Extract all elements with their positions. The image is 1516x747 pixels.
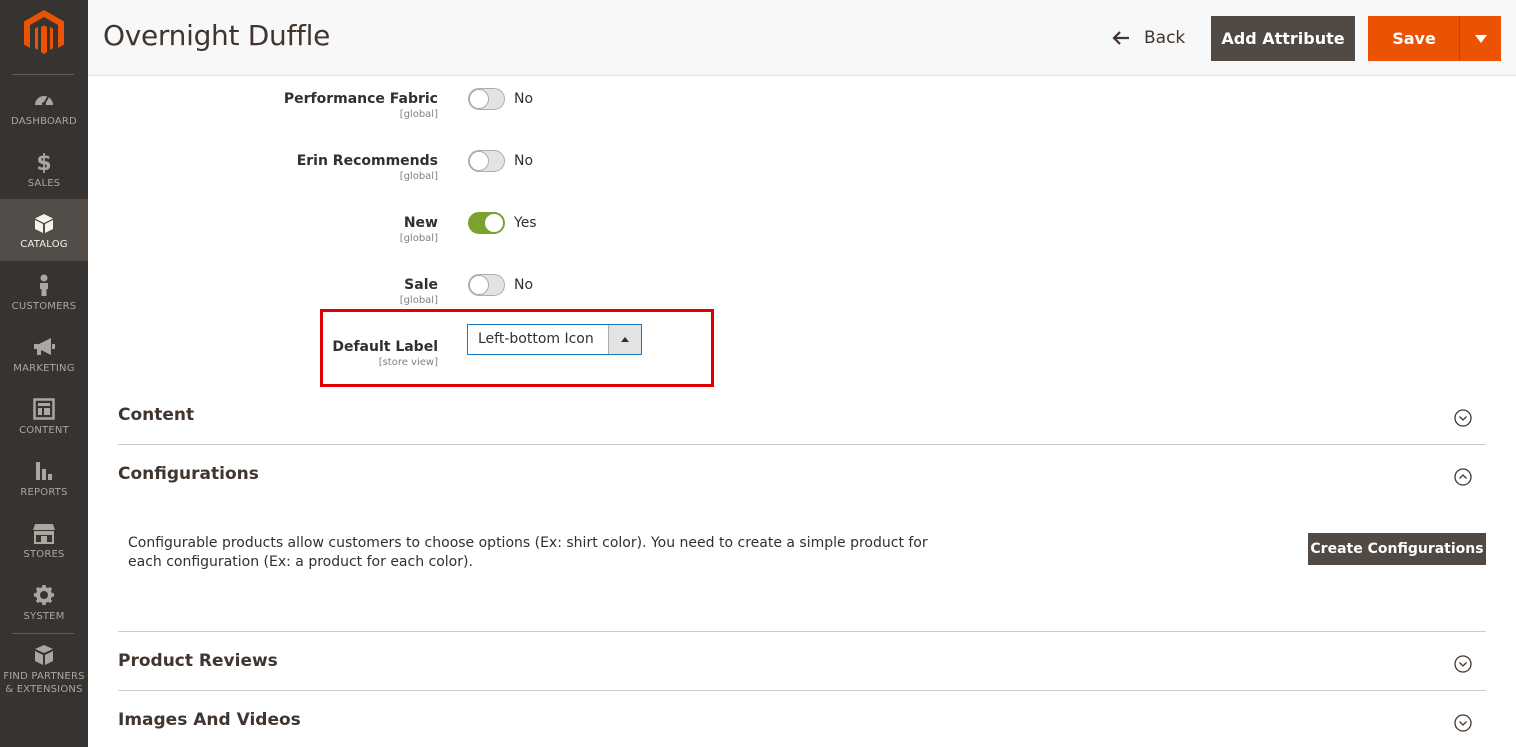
section-title[interactable]: Product Reviews (118, 651, 278, 671)
svg-text:$: $ (36, 151, 51, 173)
section-images-and-videos[interactable]: Images And Videos (118, 708, 1486, 747)
sidebar-item-label: REPORTS (20, 487, 68, 498)
chevron-down-circle-icon[interactable] (1454, 714, 1472, 732)
chevron-down-circle-icon[interactable] (1454, 655, 1472, 673)
chevron-down-circle-icon[interactable] (1454, 409, 1472, 427)
partners-label-line2: & EXTENSIONS (5, 684, 83, 695)
sidebar-item-label: CUSTOMERS (11, 301, 77, 312)
field-scope: [global] (399, 295, 438, 306)
toggle-value: No (514, 91, 534, 107)
section-content[interactable]: Content (118, 403, 1486, 445)
sidebar-item-label: CATALOG (20, 239, 68, 250)
sidebar-item-find-partners[interactable]: FIND PARTNERS & EXTENSIONS (0, 640, 88, 700)
field-label: New (403, 215, 438, 231)
layout-icon (33, 398, 55, 420)
blocks-icon (35, 645, 53, 665)
performance-fabric-toggle[interactable] (468, 88, 505, 110)
erin-recommends-toggle[interactable] (468, 150, 505, 172)
sidebar-item-content[interactable]: CONTENT (0, 385, 88, 447)
field-scope: [store view] (378, 357, 438, 368)
select-arrow-button[interactable] (608, 325, 641, 354)
sidebar-item-label: MARKETING (13, 363, 75, 374)
field-scope: [global] (399, 233, 438, 244)
save-options-toggle[interactable] (1459, 16, 1501, 61)
cube-icon (35, 214, 53, 233)
sidebar-item-customers[interactable]: CUSTOMERS (0, 261, 88, 323)
section-title[interactable]: Images And Videos (118, 710, 301, 730)
section-product-reviews[interactable]: Product Reviews (118, 649, 1486, 691)
bar-chart-icon (36, 462, 52, 480)
select-value: Left-bottom Icon (478, 331, 594, 347)
admin-sidebar: DASHBOARD $ SALES CATALOG CUSTOMERS MARK… (0, 0, 88, 747)
logo-divider (12, 74, 74, 75)
default-label-select[interactable]: Left-bottom Icon (467, 324, 642, 355)
toggle-knob (469, 275, 489, 295)
dollar-icon: $ (36, 151, 51, 173)
sidebar-item-label: FIND PARTNERS & EXTENSIONS (0, 670, 88, 696)
new-toggle[interactable] (468, 212, 505, 234)
magento-logo-icon[interactable] (24, 10, 64, 56)
field-new: New [global] Yes (88, 207, 788, 247)
field-label: Sale (404, 277, 438, 293)
add-attribute-button[interactable]: Add Attribute (1211, 16, 1355, 61)
sidebar-item-reports[interactable]: REPORTS (0, 447, 88, 509)
toggle-value: No (514, 277, 534, 293)
sidebar-item-sales[interactable]: $ SALES (0, 138, 88, 200)
sidebar-item-label: SALES (27, 178, 61, 189)
caret-down-icon (1474, 34, 1487, 43)
storefront-icon (33, 524, 55, 544)
field-sale: Sale [global] No (88, 269, 788, 309)
partners-label-line1: FIND PARTNERS (3, 671, 85, 682)
toggle-knob (469, 151, 489, 171)
field-scope: [global] (399, 171, 438, 182)
sidebar-item-catalog[interactable]: CATALOG (0, 199, 88, 261)
chevron-up-circle-icon[interactable] (1454, 468, 1472, 486)
sidebar-item-label: STORES (23, 549, 65, 560)
toggle-knob (469, 89, 489, 109)
sidebar-item-marketing[interactable]: MARKETING (0, 323, 88, 385)
field-label: Performance Fabric (283, 91, 438, 107)
sale-toggle[interactable] (468, 274, 505, 296)
toggle-value: Yes (514, 215, 537, 231)
section-divider (118, 444, 1486, 445)
field-scope: [global] (399, 109, 438, 120)
sidebar-item-dashboard[interactable]: DASHBOARD (0, 76, 88, 138)
page-header: Overnight Duffle Back Add Attribute Save (88, 0, 1516, 76)
save-button[interactable]: Save (1368, 16, 1460, 61)
sidebar-item-label: CONTENT (19, 425, 69, 436)
section-title[interactable]: Content (118, 405, 194, 425)
section-title[interactable]: Configurations (118, 464, 259, 484)
toggle-value: No (514, 153, 534, 169)
person-icon (40, 274, 48, 296)
sidebar-item-label: DASHBOARD (11, 116, 77, 127)
field-performance-fabric: Performance Fabric [global] No (88, 83, 788, 123)
sidebar-item-stores[interactable]: STORES (0, 509, 88, 571)
configurations-description: Configurable products allow customers to… (128, 535, 928, 570)
create-configurations-button[interactable]: Create Configurations (1308, 533, 1486, 565)
dashboard-icon (35, 96, 53, 106)
section-divider (118, 690, 1486, 691)
field-label: Default Label (332, 339, 438, 355)
caret-up-icon (621, 337, 629, 342)
field-label: Erin Recommends (296, 153, 438, 169)
section-divider (118, 631, 1486, 632)
toggle-knob (484, 213, 504, 233)
field-default-label: Default Label [store view] (88, 331, 788, 371)
sidebar-item-system[interactable]: SYSTEM (0, 571, 88, 633)
arrow-left-icon (1112, 31, 1129, 45)
megaphone-icon (34, 338, 55, 355)
back-label: Back (1144, 28, 1186, 48)
gear-icon (34, 585, 54, 605)
page-title: Overnight Duffle (103, 19, 331, 52)
sidebar-divider (12, 633, 74, 634)
field-erin-recommends: Erin Recommends [global] No (88, 145, 788, 185)
sidebar-item-label: SYSTEM (23, 611, 65, 622)
back-button[interactable]: Back (1112, 24, 1185, 52)
